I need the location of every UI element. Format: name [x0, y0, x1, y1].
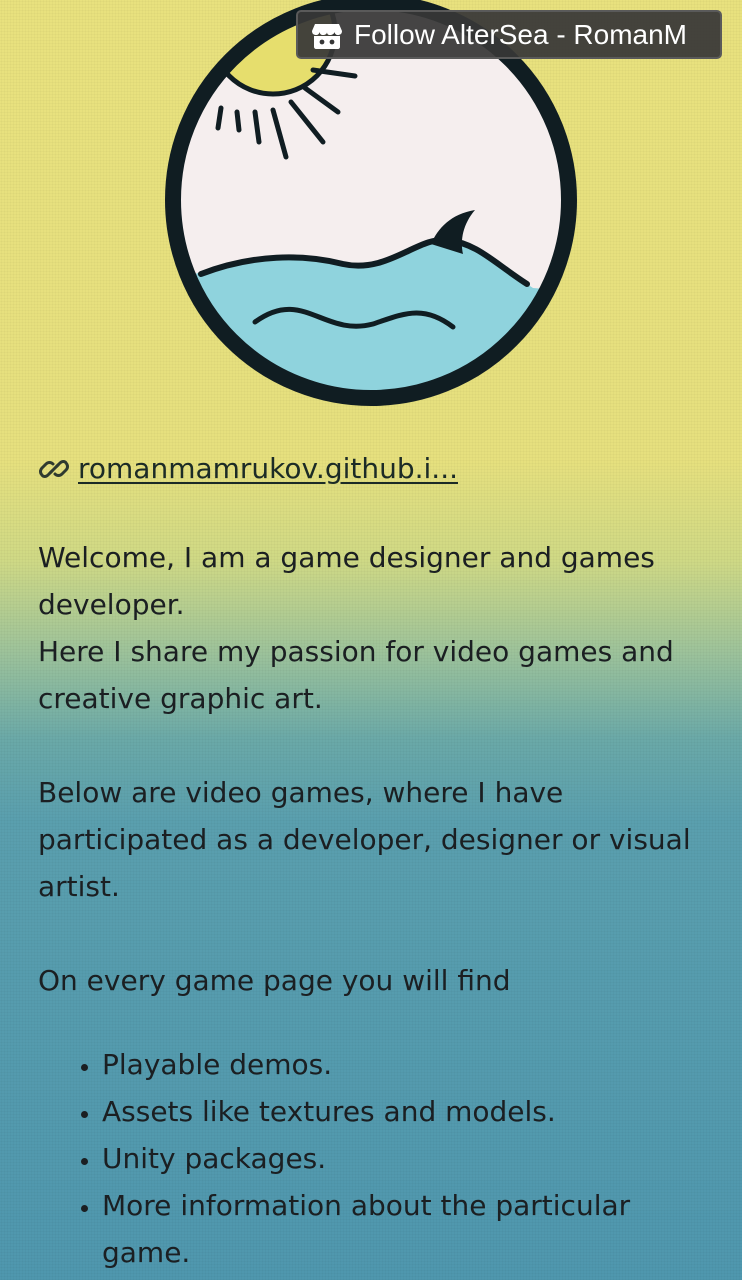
games-paragraph: Below are video games, where I have part… [38, 776, 691, 903]
follow-button[interactable]: Follow AlterSea - RomanM [296, 10, 722, 59]
profile-description: Welcome, I am a game designer and games … [38, 534, 698, 1276]
features-intro: On every game page you will find [38, 964, 511, 997]
intro-line-1: Welcome, I am a game designer and games … [38, 541, 655, 621]
website-link[interactable]: romanmamrukov.github.i... [78, 452, 458, 485]
features-list: Playable demos. Assets like textures and… [38, 1041, 698, 1276]
link-icon [39, 459, 69, 478]
website-link-row: romanmamrukov.github.i... [38, 452, 458, 485]
list-item: Playable demos. [102, 1041, 698, 1088]
list-item: More information about the particular ga… [102, 1182, 698, 1276]
profile-logo [165, 0, 577, 406]
follow-button-label: Follow AlterSea - RomanM [354, 18, 688, 50]
list-item: Assets like textures and models. [102, 1088, 698, 1135]
list-item: Unity packages. [102, 1135, 698, 1182]
itchio-icon [312, 23, 342, 49]
intro-line-2: Here I share my passion for video games … [38, 635, 674, 715]
